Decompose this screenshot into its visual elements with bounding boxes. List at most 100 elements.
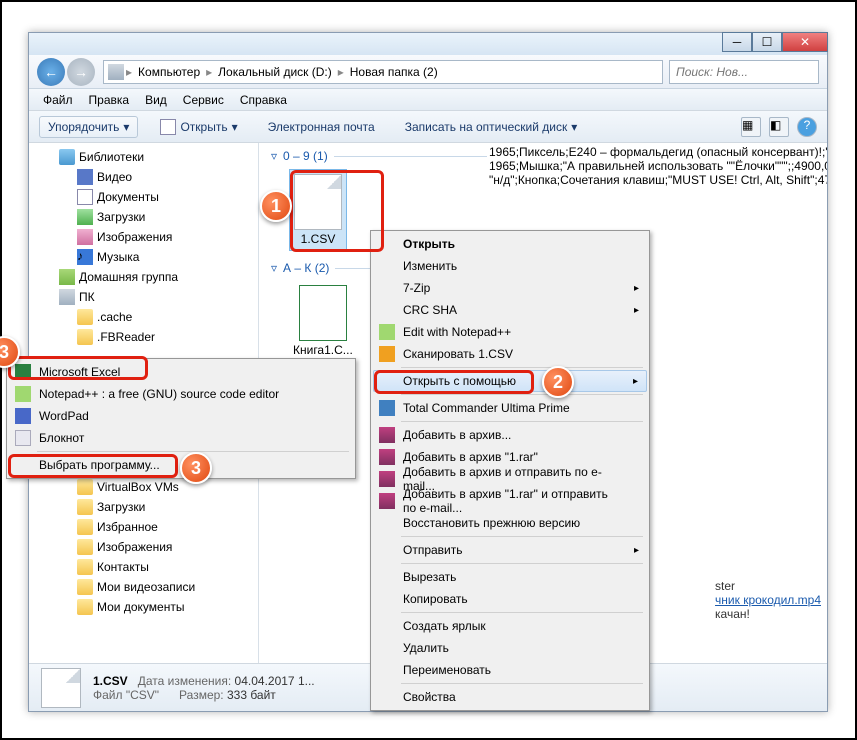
rar-icon <box>379 493 395 509</box>
homegroup-icon <box>59 269 75 285</box>
ctx-7zip[interactable]: 7-Zip▸ <box>373 277 647 299</box>
downloads-icon <box>77 209 93 225</box>
context-menu: Открыть Изменить 7-Zip▸ CRC SHA▸ Edit wi… <box>370 230 650 711</box>
close-button[interactable]: ✕ <box>782 32 828 52</box>
status-size: 333 байт <box>227 688 276 702</box>
crumb-folder[interactable]: Новая папка (2) <box>346 65 442 79</box>
sub-wordpad[interactable]: WordPad <box>9 405 353 427</box>
navbar: ← → ▸ Компьютер ▸ Локальный диск (D:) ▸ … <box>29 55 827 89</box>
ctx-send[interactable]: Отправить▸ <box>373 539 647 561</box>
ctx-openwith[interactable]: Открыть с помощью▸ <box>373 370 647 392</box>
tree-images2[interactable]: Изображения <box>97 540 172 554</box>
toolbar: Упорядочить ▾ Открыть ▾ Электронная почт… <box>29 111 827 143</box>
ctx-addarc[interactable]: Добавить в архив... <box>373 424 647 446</box>
preview-pane-button[interactable]: ◧ <box>769 117 789 137</box>
excel-file-icon <box>299 285 347 341</box>
folder-icon <box>77 479 93 495</box>
menu-edit[interactable]: Правка <box>81 91 138 109</box>
view-options-button[interactable]: ▦ <box>741 117 761 137</box>
file-kniga1[interactable]: Книга1.С... <box>289 281 357 361</box>
status-date: 04.04.2017 1... <box>235 674 315 688</box>
ctx-editnpp[interactable]: Edit with Notepad++ <box>373 321 647 343</box>
crumb-computer[interactable]: Компьютер <box>134 65 204 79</box>
ctx-copy[interactable]: Копировать <box>373 588 647 610</box>
ctx-shortcut[interactable]: Создать ярлык <box>373 615 647 637</box>
menu-file[interactable]: Файл <box>35 91 81 109</box>
tc-icon <box>379 400 395 416</box>
tree-mydocs[interactable]: Мои документы <box>97 600 184 614</box>
tree-myvideos[interactable]: Мои видеозаписи <box>97 580 195 594</box>
computer-icon <box>108 64 124 80</box>
folder-icon <box>77 599 93 615</box>
folder-icon <box>77 559 93 575</box>
status-file-icon <box>41 668 81 708</box>
maximize-button[interactable]: ☐ <box>752 32 782 52</box>
excel-icon <box>15 364 31 380</box>
music-icon: ♪ <box>77 249 93 265</box>
ctx-scan[interactable]: Сканировать 1.CSV <box>373 343 647 365</box>
ctx-restore[interactable]: Восстановить прежнюю версию <box>373 512 647 534</box>
tree-video[interactable]: Видео <box>97 170 132 184</box>
burn-button[interactable]: Записать на оптический диск ▾ <box>397 117 586 137</box>
callout-2: 2 <box>542 366 574 398</box>
folder-icon <box>77 329 93 345</box>
tree-downloads[interactable]: Загрузки <box>97 210 145 224</box>
ctx-props[interactable]: Свойства <box>373 686 647 708</box>
back-button[interactable]: ← <box>37 58 65 86</box>
tree-homegroup[interactable]: Домашняя группа <box>79 270 178 284</box>
ctx-tc[interactable]: Total Commander Ultima Prime <box>373 397 647 419</box>
sub-notepad[interactable]: Блокнот <box>9 427 353 449</box>
callout-3b: 3 <box>180 452 212 484</box>
tree-documents[interactable]: Документы <box>97 190 159 204</box>
ctx-open[interactable]: Открыть <box>373 233 647 255</box>
callout-1: 1 <box>260 190 292 222</box>
ctx-addemail1[interactable]: Добавить в архив "1.rar" и отправить по … <box>373 490 647 512</box>
file-1csv[interactable]: 1.CSV <box>289 169 347 251</box>
organize-button[interactable]: Упорядочить ▾ <box>39 116 138 138</box>
search-input[interactable] <box>669 60 819 84</box>
menu-help[interactable]: Справка <box>232 91 295 109</box>
file-label: 1.CSV <box>294 232 342 246</box>
csv-file-icon <box>294 174 342 230</box>
documents-icon <box>77 189 93 205</box>
file-label: Книга1.С... <box>293 343 353 357</box>
help-button[interactable]: ? <box>797 117 817 137</box>
pc-icon <box>59 289 75 305</box>
libraries-icon <box>59 149 75 165</box>
status-type: Файл "CSV" <box>93 688 159 702</box>
ctx-crc[interactable]: CRC SHA▸ <box>373 299 647 321</box>
folder-icon <box>77 309 93 325</box>
sub-npp[interactable]: Notepad++ : a free (GNU) source code edi… <box>9 383 353 405</box>
open-icon <box>160 119 176 135</box>
ctx-delete[interactable]: Удалить <box>373 637 647 659</box>
tree-cache[interactable]: .cache <box>97 310 132 324</box>
address-bar[interactable]: ▸ Компьютер ▸ Локальный диск (D:) ▸ Нова… <box>103 60 663 84</box>
status-filename: 1.CSV <box>93 674 128 688</box>
tree-pc[interactable]: ПК <box>79 290 95 304</box>
tree-images[interactable]: Изображения <box>97 230 172 244</box>
tree-contacts[interactable]: Контакты <box>97 560 149 574</box>
ctx-cut[interactable]: Вырезать <box>373 566 647 588</box>
menu-tools[interactable]: Сервис <box>175 91 232 109</box>
tree-downloads2[interactable]: Загрузки <box>97 500 145 514</box>
tree-libraries[interactable]: Библиотеки <box>79 150 144 164</box>
tree-fbreader[interactable]: .FBReader <box>97 330 155 344</box>
tree-vbox[interactable]: VirtualBox VMs <box>97 480 179 494</box>
notepad-icon <box>15 430 31 446</box>
menu-view[interactable]: Вид <box>137 91 175 109</box>
minimize-button[interactable]: ─ <box>722 32 752 52</box>
video-icon <box>77 169 93 185</box>
sub-excel[interactable]: Microsoft Excel <box>9 361 353 383</box>
wordpad-icon <box>15 408 31 424</box>
ctx-edit[interactable]: Изменить <box>373 255 647 277</box>
crumb-drive[interactable]: Локальный диск (D:) <box>214 65 336 79</box>
tree-music[interactable]: Музыка <box>97 250 139 264</box>
forward-button[interactable]: → <box>67 58 95 86</box>
folder-icon <box>77 539 93 555</box>
tree-favorites[interactable]: Избранное <box>97 520 158 534</box>
ctx-rename[interactable]: Переименовать <box>373 659 647 681</box>
folder-icon <box>77 519 93 535</box>
open-button[interactable]: Открыть ▾ <box>152 116 245 138</box>
extra-text: ster чник крокодил.mp4 качан! <box>715 579 821 621</box>
email-button[interactable]: Электронная почта <box>260 117 383 137</box>
